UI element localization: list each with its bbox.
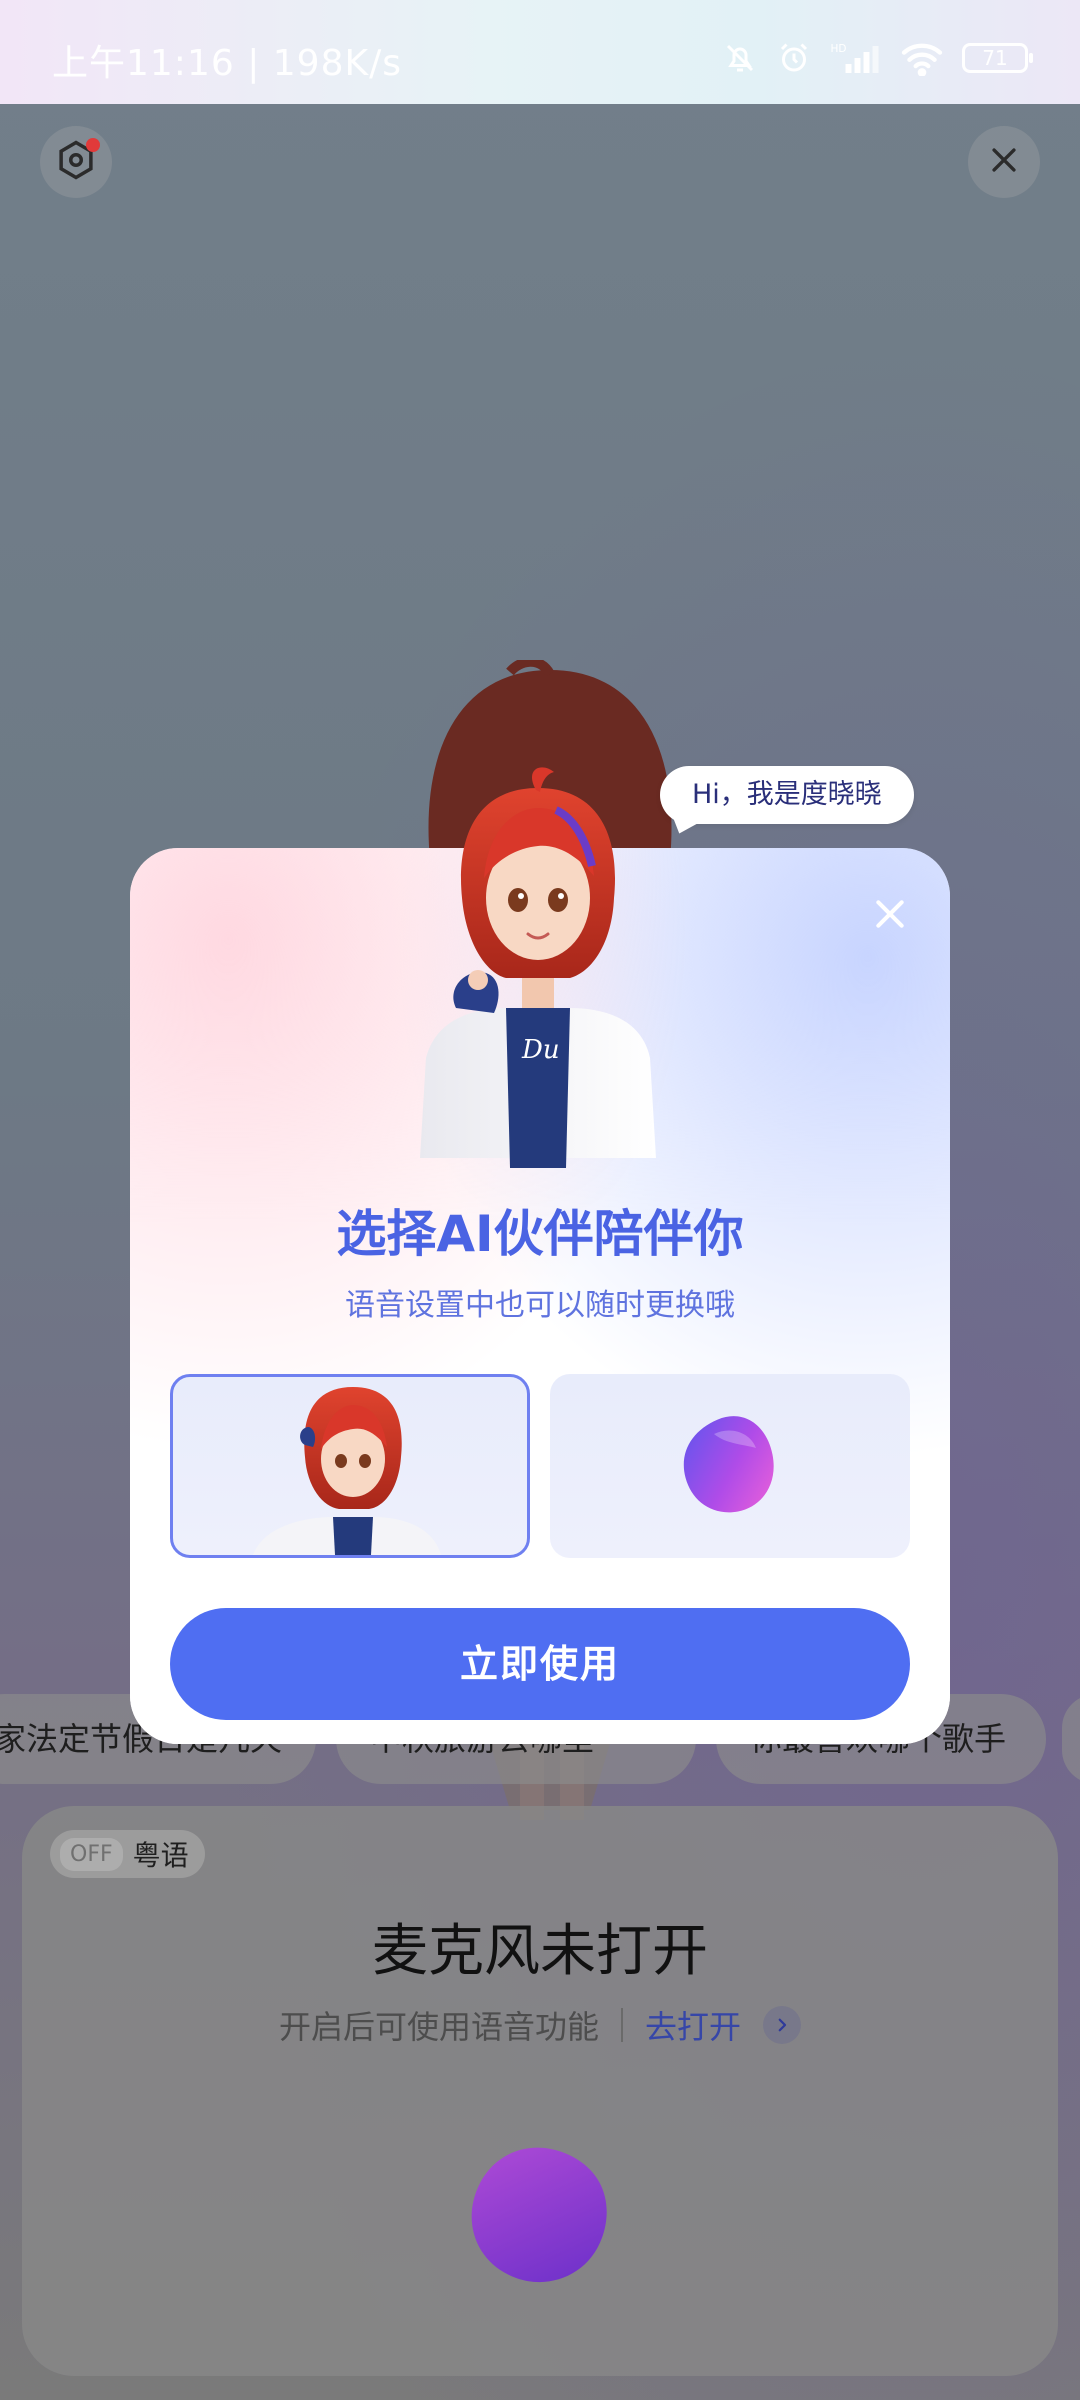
avatar-illustration: Du [420,767,656,1168]
modal-title: 选择AI伙伴陪伴你 [336,1205,744,1263]
close-icon [870,894,910,938]
avatar-thumbnail [253,1387,441,1555]
svg-text:Du: Du [521,1035,560,1065]
voice-orb-icon [683,1416,774,1513]
modal-subtitle: 语音设置中也可以随时更换哦 [345,1288,735,1323]
modal-close-button[interactable] [860,886,920,946]
ai-partner-modal: Hi，我是度晓晓 Du 选择AI伙伴陪伴你 语音设置中也可以随时更换哦 立即使用 [130,766,950,1744]
option-avatar-card[interactable] [170,1374,530,1558]
speech-bubble: Hi，我是度晓晓 [660,766,914,824]
option-orb-card[interactable] [550,1374,910,1558]
use-now-button[interactable]: 立即使用 [170,1608,910,1720]
